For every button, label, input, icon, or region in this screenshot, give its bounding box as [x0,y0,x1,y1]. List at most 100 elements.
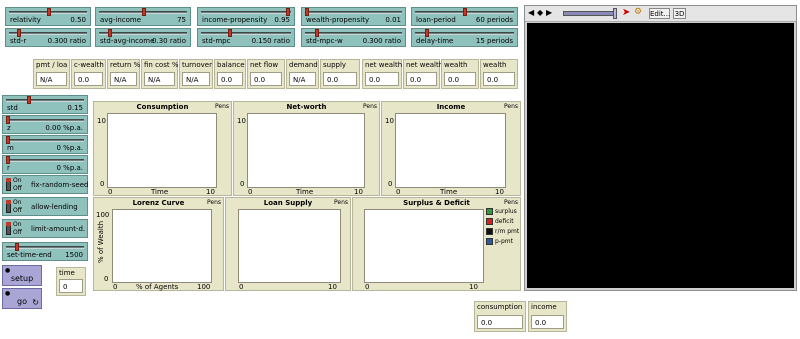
setup-button[interactable]: ● setup [2,265,42,286]
plot-xlabel: Time [440,188,458,196]
slider-track[interactable] [6,139,84,142]
monitor-label: balance [217,61,245,69]
slider-r[interactable]: r 0 %p.a. [2,155,88,174]
grow-icon[interactable]: ▶ [546,8,552,17]
three-d-button[interactable]: 3D [673,8,686,19]
monitor-wealth-1: wealth 0.0 [441,59,479,89]
slider-knob[interactable] [17,29,21,37]
slider-knob[interactable] [47,8,51,16]
slider-value: 15 periods [475,37,513,45]
follow-arrow-icon[interactable]: ➤ [622,7,630,18]
slider-knob[interactable] [463,8,467,16]
plot-net-worth: Net-worth Pens 10 0 0 Time 10 [233,101,380,196]
settings-gear-icon[interactable]: ⚙ [634,7,642,17]
slider-loan-period[interactable]: loan-period 60 periods [411,7,518,26]
slider-track[interactable] [201,32,291,35]
switch-on-label: On [13,177,22,184]
switch-lever-icon[interactable] [6,178,11,191]
slider-wealth-propensity[interactable]: wealth-propensity 0.01 [301,7,406,26]
forever-disabled-icon: ● [5,267,11,274]
go-button[interactable]: ● go ↻ [2,288,42,309]
switch-lever-icon[interactable] [6,222,11,235]
slider-std-mpc[interactable]: std-mpc 0.150 ratio [197,28,295,47]
plot-xmax: 10 [469,283,478,291]
monitor-label: demand [289,61,318,69]
plot-ymax: 100 [96,211,110,219]
edit-button[interactable]: Edit... [649,8,670,19]
slider-avg-income[interactable]: avg-income 75 [95,7,191,26]
slider-knob[interactable] [6,116,10,124]
monitor-c-wealth: c-wealth 0.0 [71,59,106,89]
slider-income-propensity[interactable]: income-propensity 0.95 [197,7,295,26]
plot-xmax: 100 [197,283,211,291]
slider-std[interactable]: std 0.15 [2,95,88,114]
legend-label: r/m pmt [495,228,520,235]
slider-std-mpc-w[interactable]: std-mpc-w 0.300 ratio [301,28,406,47]
plot-lorenz-curve: Lorenz Curve Pens 100 0 % of Wealth 0 % … [93,197,224,291]
world-canvas[interactable] [527,23,794,288]
slider-track[interactable] [6,159,84,162]
monitor-value: 0.0 [531,315,564,329]
slider-relativity[interactable]: relativity 0.50 [5,7,91,26]
switch-off-label: Off [13,229,22,236]
slider-track[interactable] [99,32,187,35]
slider-track[interactable] [415,32,514,35]
slider-knob[interactable] [305,8,309,16]
monitor-label: pmt / loa [36,61,68,69]
plot-surplus-deficit: Surplus & Deficit Pens 0 10 surplus defi… [352,197,521,291]
slider-knob[interactable] [27,96,31,104]
slider-value: 0.300 ratio [47,37,86,45]
switch-on-label: On [13,199,22,206]
plot-pens-label: Pens [333,199,348,206]
shrink-icon[interactable]: ◀ [528,8,534,17]
switch-limit-amount[interactable]: On Off limit-amount-d. [2,219,88,238]
arrows-icon[interactable]: ◆ [537,8,543,17]
slider-track[interactable] [201,11,291,14]
slider-knob[interactable] [425,29,429,37]
monitor-label: net wealth [406,61,444,69]
monitor-return: return % N/A [107,59,140,89]
monitor-value: N/A [144,72,175,86]
slider-knob[interactable] [315,29,319,37]
monitor-net-wealth-2: net wealth 0.0 [403,59,444,89]
slider-knob[interactable] [228,29,232,37]
forever-loop-icon: ↻ [32,298,39,307]
plot-area[interactable] [247,113,365,188]
slider-std-avg-income[interactable]: std-avg-income 0.30 ratio [95,28,191,47]
slider-track[interactable] [305,32,402,35]
slider-z[interactable]: z 0.00 %p.a. [2,115,88,134]
slider-label: std [7,104,18,112]
plot-area[interactable] [364,209,484,283]
slider-value: 0 %p.a. [56,144,83,152]
slider-label: income-propensity [202,16,268,24]
plot-area[interactable] [238,209,341,283]
slider-set-time-end[interactable]: set-time-end 1500 [2,242,88,261]
slider-knob[interactable] [142,8,146,16]
slider-knob[interactable] [15,243,19,251]
plot-area[interactable] [107,113,217,188]
slider-knob[interactable] [6,136,10,144]
slider-track[interactable] [305,11,402,14]
slider-m[interactable]: m 0 %p.a. [2,135,88,154]
plot-area[interactable] [395,113,506,188]
monitor-label: c-wealth [74,61,104,69]
slider-label: std-mpc [202,37,231,45]
plot-consumption: Consumption Pens 10 0 0 Time 10 [93,101,232,196]
switch-allow-lending[interactable]: On Off allow-lending [2,197,88,216]
switch-fix-random-seed[interactable]: On Off fix-random-seed [2,175,88,194]
slider-track[interactable] [6,99,84,102]
monitor-value: N/A [36,72,67,86]
slider-knob[interactable] [286,8,290,16]
plot-ymin: 0 [104,275,109,283]
plot-area[interactable] [112,209,212,283]
monitor-value: N/A [110,72,137,86]
speed-slider-knob[interactable] [613,8,617,19]
slider-std-r[interactable]: std-r 0.300 ratio [5,28,91,47]
slider-track[interactable] [6,119,84,122]
switch-lever-icon[interactable] [6,200,11,213]
slider-knob[interactable] [108,29,112,37]
slider-delay-time[interactable]: delay-time 15 periods [411,28,518,47]
slider-value: 60 periods [475,16,513,24]
speed-slider[interactable] [563,11,617,16]
slider-knob[interactable] [6,156,10,164]
